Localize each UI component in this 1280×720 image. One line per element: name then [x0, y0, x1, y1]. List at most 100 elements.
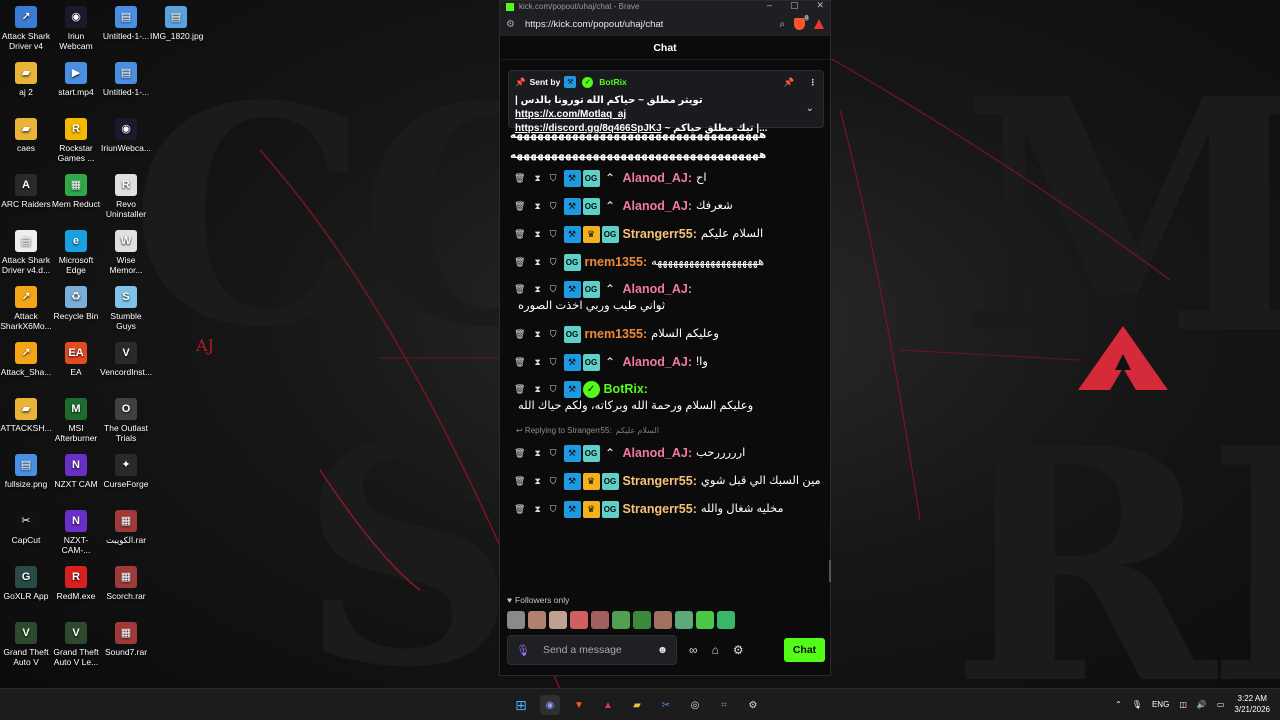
desktop-icon[interactable]: ▶ start.mp4 [50, 62, 102, 97]
ban-icon[interactable]: ⛉ [550, 198, 557, 215]
desktop-icon[interactable]: ◉ Iriun Webcam [50, 6, 102, 51]
brave-shield-icon[interactable]: 9 [794, 15, 809, 30]
reply-context[interactable]: ↩ Replying to Strangerr55: السلام عليكم [508, 422, 822, 439]
iriun-webcam-icon[interactable]: ◎ [685, 695, 705, 715]
url-field[interactable]: https://kick.com/popout/uhaj/chat [525, 19, 779, 30]
timeout-icon[interactable]: ⧗ [534, 473, 540, 490]
chat-message[interactable]: 🗑 ⧗ ⛉ ⚒ ✓ BotRix: وعليكم السلام ورحمة الله وبر… [508, 376, 822, 420]
chat-message[interactable]: 🗑 ⧗ ⛉ OG rnem1355: وعليكم السلام [508, 320, 822, 348]
desktop-icon[interactable]: V Grand Theft Auto V Le... [50, 622, 102, 667]
desktop-icon[interactable]: A ARC Raiders [0, 174, 52, 209]
desktop-icon[interactable]: ▦ الكويبت.rar [100, 510, 152, 545]
chat-message[interactable]: 🗑 ⧗ ⛉ ⚒ OG ⌃ Alanod_AJ: اح [508, 164, 822, 192]
ban-icon[interactable]: ⛉ [550, 445, 557, 462]
desktop-icon[interactable]: S Stumble Guys [100, 286, 152, 331]
desktop-icon[interactable]: ↗ Attack_Sha... [0, 342, 52, 377]
message-username[interactable]: Strangerr55: [623, 226, 697, 243]
delete-icon[interactable]: 🗑 [514, 381, 525, 398]
ban-icon[interactable]: ⛉ [550, 170, 557, 187]
desktop-icon[interactable]: ◉ IriunWebca... [100, 118, 152, 153]
emote-avatar[interactable] [570, 611, 588, 629]
emote-avatar[interactable] [591, 611, 609, 629]
ban-icon[interactable]: ⛉ [550, 473, 557, 490]
ban-icon[interactable]: ⛉ [550, 254, 557, 271]
desktop-icon[interactable]: ▰ aj 2 [0, 62, 52, 97]
delete-icon[interactable]: 🗑 [514, 501, 525, 518]
delete-icon[interactable]: 🗑 [514, 281, 525, 298]
desktop-icon[interactable]: ↗ Attack Shark Driver v4 [0, 6, 52, 51]
emote-avatar[interactable] [696, 611, 714, 629]
timeout-icon[interactable]: ⧗ [534, 198, 540, 215]
snipping-tool-icon[interactable]: ✂ [656, 695, 676, 715]
brave-icon[interactable]: ▼ [569, 695, 589, 715]
chat-message[interactable]: 🗑 ⧗ ⛉ ⚒ ♛ OG Strangerr55: مخليه شغال والله [508, 495, 822, 523]
message-username[interactable]: Strangerr55: [623, 501, 697, 518]
expand-chevron-icon[interactable]: ⌄ [806, 103, 814, 114]
desktop-icon[interactable]: O The Outlast Trials [100, 398, 152, 443]
emote-avatar[interactable] [675, 611, 693, 629]
timeout-icon[interactable]: ⧗ [534, 381, 540, 398]
volume-icon[interactable]: 🔊 [1197, 700, 1207, 709]
chat-scrollbar[interactable] [829, 560, 831, 582]
chat-message[interactable]: 🗑 ⧗ ⛉ OG rnem1355: ههههههههههههههههههههه [508, 248, 822, 276]
desktop-icon[interactable]: R Revo Uninstaller [100, 174, 152, 219]
desktop-icon[interactable]: ▰ caes [0, 118, 52, 153]
ban-icon[interactable]: ⛉ [550, 354, 557, 371]
timeout-icon[interactable]: ⧗ [534, 226, 540, 243]
site-settings-icon[interactable]: ⚙ [506, 19, 515, 30]
desktop-icon[interactable]: EA EA [50, 342, 102, 377]
emote-avatar[interactable] [633, 611, 651, 629]
emote-avatar[interactable] [717, 611, 735, 629]
minimize-button[interactable]: – [767, 0, 772, 11]
chat-message[interactable]: 🗑 ⧗ ⛉ ⚒ ♛ OG Strangerr55: مين السبك الي قبل شوي [508, 467, 822, 495]
message-username[interactable]: Alanod_AJ: [623, 445, 692, 462]
delete-icon[interactable]: 🗑 [514, 473, 525, 490]
brave-rewards-icon[interactable] [814, 19, 824, 29]
desktop-icon[interactable]: R RedM.exe [50, 566, 102, 601]
emote-avatar[interactable] [612, 611, 630, 629]
delete-icon[interactable]: 🗑 [514, 170, 525, 187]
emoji-icon[interactable]: ☻ [657, 644, 668, 656]
close-button[interactable]: ✕ [816, 0, 824, 11]
delete-icon[interactable]: 🗑 [514, 198, 525, 215]
message-username[interactable]: Alanod_AJ: [623, 170, 692, 187]
delete-icon[interactable]: 🗑 [514, 226, 525, 243]
settings-app-icon[interactable]: ⚙ [743, 695, 763, 715]
desktop-icon[interactable]: ▰ ATTACKSH... [0, 398, 52, 433]
message-username[interactable]: BotRix: [604, 381, 648, 398]
chat-message[interactable]: 🗑 ⧗ ⛉ ⚒ OG ⌃ Alanod_AJ: شعرفك [508, 192, 822, 220]
chat-message[interactable]: 🗑 ⧗ ⛉ ⚒ OG ⌃ Alanod_AJ: وا! [508, 348, 822, 376]
message-username[interactable]: Strangerr55: [623, 473, 697, 490]
ban-icon[interactable]: ⛉ [550, 501, 557, 518]
timeout-icon[interactable]: ⧗ [534, 501, 540, 518]
ban-icon[interactable]: ⛉ [550, 326, 557, 343]
language-indicator[interactable]: ENG [1152, 700, 1169, 709]
emote-avatar[interactable] [549, 611, 567, 629]
pinned-link-x[interactable]: https://x.com/Motlaq_aj [515, 109, 626, 120]
channel-points-icon[interactable]: ∞ [689, 643, 698, 657]
send-chat-button[interactable]: Chat [784, 638, 825, 662]
timeout-icon[interactable]: ⧗ [534, 254, 540, 271]
timeout-icon[interactable]: ⧗ [534, 170, 540, 187]
unpin-icon[interactable]: 📌 [784, 77, 795, 88]
pinned-link-discord[interactable]: https://discord.gg/8q466SpJKJ [515, 123, 662, 134]
desktop-icon[interactable]: ✦ CurseForge [100, 454, 152, 489]
desktop-icon[interactable]: N NZXT CAM [50, 454, 102, 489]
settings-icon[interactable]: ⚙ [733, 643, 744, 657]
desktop-icon[interactable]: M MSI Afterburner [50, 398, 102, 443]
delete-icon[interactable]: 🗑 [514, 326, 525, 343]
chat-message[interactable]: 🗑 ⧗ ⛉ ⚒ OG ⌃ Alanod_AJ: ارررررحب [508, 439, 822, 467]
ban-icon[interactable]: ⛉ [550, 281, 557, 298]
timeout-icon[interactable]: ⧗ [534, 281, 540, 298]
desktop-icon[interactable]: ▤ IMG_1820.jpg [150, 6, 203, 41]
desktop-icon[interactable]: ▤ Untitled-1-... [100, 6, 152, 41]
message-username[interactable]: Alanod_AJ: [623, 281, 692, 298]
chat-message[interactable]: 🗑 ⧗ ⛉ ⚒ ♛ OG Strangerr55: السلام عليكم [508, 220, 822, 248]
timeout-icon[interactable]: ⧗ [534, 326, 540, 343]
start-button-icon[interactable]: ⊞ [511, 695, 531, 715]
timeout-icon[interactable]: ⧗ [534, 445, 540, 462]
message-input[interactable]: 🎙 Send a message ☻ [507, 635, 677, 665]
network-icon[interactable]: ◫ [1179, 700, 1187, 709]
desktop-icon[interactable]: ▦ Scorch.rar [100, 566, 152, 601]
discord-icon[interactable]: ◉ [540, 695, 560, 715]
